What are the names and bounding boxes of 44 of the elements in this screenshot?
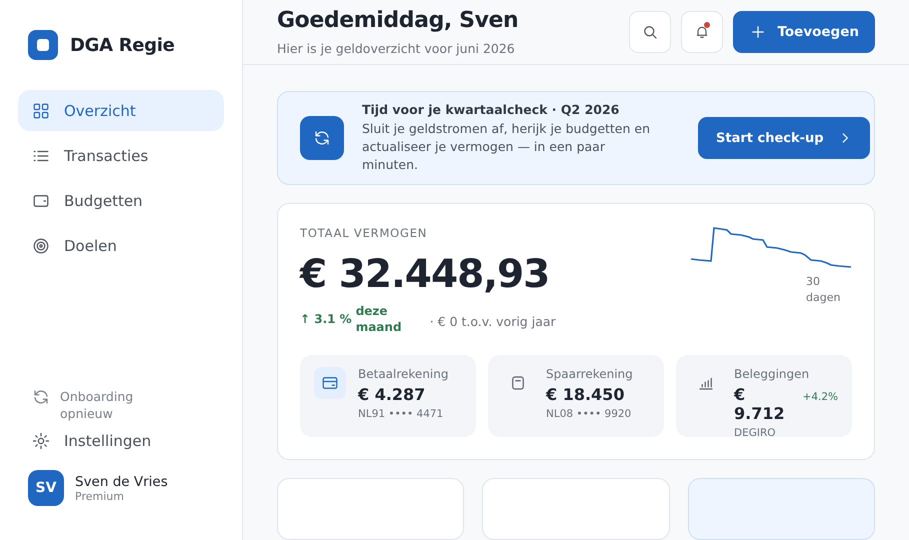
page-subtitle: Hier is je geldoverzicht voor juni 2026 xyxy=(277,41,516,56)
account-card[interactable]: Betaalrekening € 4.287 NL91 •••• 4471 xyxy=(300,355,476,437)
sidebar-link[interactable]: Instellingen xyxy=(18,432,224,450)
account-balance: € 4.287 xyxy=(358,385,426,404)
account-name: Beleggingen xyxy=(734,367,810,381)
account-card[interactable]: Beleggingen € 9.712 +4.2% DEGIRO xyxy=(676,355,852,437)
sidebar-link[interactable]: Onboarding opnieuw xyxy=(18,388,158,422)
account-detail: NL08 •••• 9920 xyxy=(546,408,632,420)
nav-item[interactable]: Transacties xyxy=(18,135,224,176)
brand-name: DGA Regie xyxy=(70,34,175,56)
change-period: deze maand xyxy=(356,303,400,335)
search-button[interactable] xyxy=(629,11,672,53)
user-plan: Premium xyxy=(75,490,125,502)
account-detail: NL91 •••• 4471 xyxy=(358,408,444,420)
page-title: Goedemiddag, Sven xyxy=(277,8,518,33)
sparkline-label: 30 dagen xyxy=(806,274,840,306)
refresh-icon xyxy=(300,116,344,160)
grid-icon xyxy=(32,102,50,120)
add-button[interactable]: Toevoegen xyxy=(733,11,875,53)
nav-item[interactable]: Budgetten xyxy=(18,180,224,221)
account-card[interactable]: Spaarrekening € 18.450 NL08 •••• 9920 xyxy=(488,355,664,437)
search-icon xyxy=(641,23,660,41)
account-name: Spaarrekening xyxy=(546,367,633,381)
banner-text: Sluit je geldstromen af, herijk je budgetten en actualiseer je vermogen — in een paar minuten. xyxy=(362,120,652,174)
nav-item[interactable]: Doelen xyxy=(18,225,224,266)
change-percent: ↑ 3.1 % xyxy=(300,312,352,326)
year-comparison: · € 0 t.o.v. vorig jaar xyxy=(430,314,556,328)
sun-icon xyxy=(32,432,50,450)
account-change: +4.2% xyxy=(802,391,838,403)
net-worth-label: TOTAAL VERMOGEN xyxy=(300,226,428,240)
net-worth-amount: € 32.448,93 xyxy=(300,252,550,297)
nav-item[interactable]: Overzicht xyxy=(18,90,224,131)
banner-title: Tijd voor je kwartaalcheck · Q2 2026 xyxy=(362,102,620,117)
start-checkup-button[interactable]: Start check-up xyxy=(698,117,870,159)
account-balance: € 9.712 xyxy=(734,385,786,423)
account-name: Betaalrekening xyxy=(358,367,448,381)
user-avatar[interactable]: SV xyxy=(28,470,64,506)
target-icon xyxy=(32,236,50,254)
notifications-button[interactable] xyxy=(681,11,724,53)
account-detail: DEGIRO xyxy=(734,427,777,439)
refresh-icon xyxy=(32,388,50,406)
logo-icon xyxy=(28,30,58,60)
account-balance: € 18.450 xyxy=(546,385,624,404)
user-name: Sven de Vries xyxy=(75,474,168,490)
